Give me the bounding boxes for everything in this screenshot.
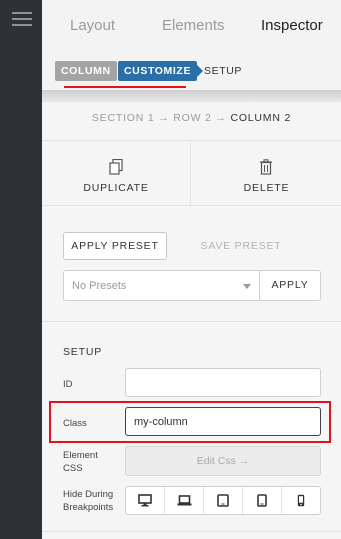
id-input[interactable] [125,368,321,397]
breakpoint-tablet-portrait-toggle[interactable] [243,487,282,514]
highlight-underline [64,86,186,88]
column-pill[interactable]: COLUMN [55,61,117,81]
element-css-label-line1: Element [63,450,98,461]
breadcrumb-arrow: → [215,112,227,124]
duplicate-label: DUPLICATE [83,182,149,194]
hide-breakpoints-label-line1: Hide During [63,489,114,500]
class-input[interactable] [125,407,321,436]
class-label: Class [63,418,87,429]
inspector-subnav: COLUMN CUSTOMIZE SETUP [42,52,341,90]
bottom-divider [42,531,341,532]
tablet-portrait-icon [257,494,267,507]
duplicate-button[interactable]: DUPLICATE [42,141,191,206]
save-preset-button[interactable]: SAVE PRESET [186,232,296,260]
id-label: ID [63,379,73,390]
action-row: DUPLICATE DELETE [42,140,341,206]
setup-heading: SETUP [63,346,103,358]
hide-breakpoints-label-line2: Breakpoints [63,502,114,513]
edit-css-button[interactable]: Edit Css → [125,446,321,476]
hide-breakpoints-label: Hide During Breakpoints [63,488,113,514]
apply-button[interactable]: APPLY [259,270,321,301]
trash-icon [260,159,272,175]
breakpoint-tablet-landscape-toggle[interactable] [204,487,243,514]
preset-select-placeholder: No Presets [72,280,127,292]
tab-inspector[interactable]: Inspector [261,17,323,34]
duplicate-icon [109,159,123,175]
breadcrumb-row[interactable]: ROW 2 [173,112,211,124]
side-rail [0,0,42,539]
breakpoint-phone-toggle[interactable] [282,487,320,514]
element-css-label-line2: CSS [63,463,83,474]
breadcrumb: SECTION 1 → ROW 2 → COLUMN 2 [42,112,341,124]
customize-pill[interactable]: CUSTOMIZE [118,61,204,81]
hamburger-menu-icon[interactable] [12,12,32,26]
breadcrumb-column: COLUMN 2 [230,112,292,124]
setup-pill[interactable]: SETUP [204,65,242,77]
breakpoint-desktop-toggle[interactable] [126,487,165,514]
top-tabs: Layout Elements Inspector [42,0,341,52]
preset-select[interactable]: No Presets [63,270,259,301]
tab-layout[interactable]: Layout [70,17,115,34]
divider-shadow [42,90,341,102]
element-css-label: Element CSS [63,449,98,475]
desktop-icon [138,494,152,507]
breakpoint-laptop-toggle[interactable] [165,487,204,514]
tab-elements[interactable]: Elements [162,17,225,34]
chevron-down-icon [243,284,251,289]
phone-icon [297,494,305,507]
breadcrumb-arrow: → [158,112,170,124]
breadcrumb-section[interactable]: SECTION 1 [92,112,155,124]
apply-preset-button[interactable]: APPLY PRESET [63,232,167,260]
inspector-panel: Layout Elements Inspector COLUMN CUSTOMI… [42,0,341,539]
delete-label: DELETE [243,182,290,194]
tablet-landscape-icon [217,494,229,507]
laptop-icon [177,495,191,506]
delete-button[interactable]: DELETE [192,141,341,206]
breakpoint-toggle-group [125,486,321,515]
preset-area: APPLY PRESET SAVE PRESET No Presets APPL… [42,207,341,322]
